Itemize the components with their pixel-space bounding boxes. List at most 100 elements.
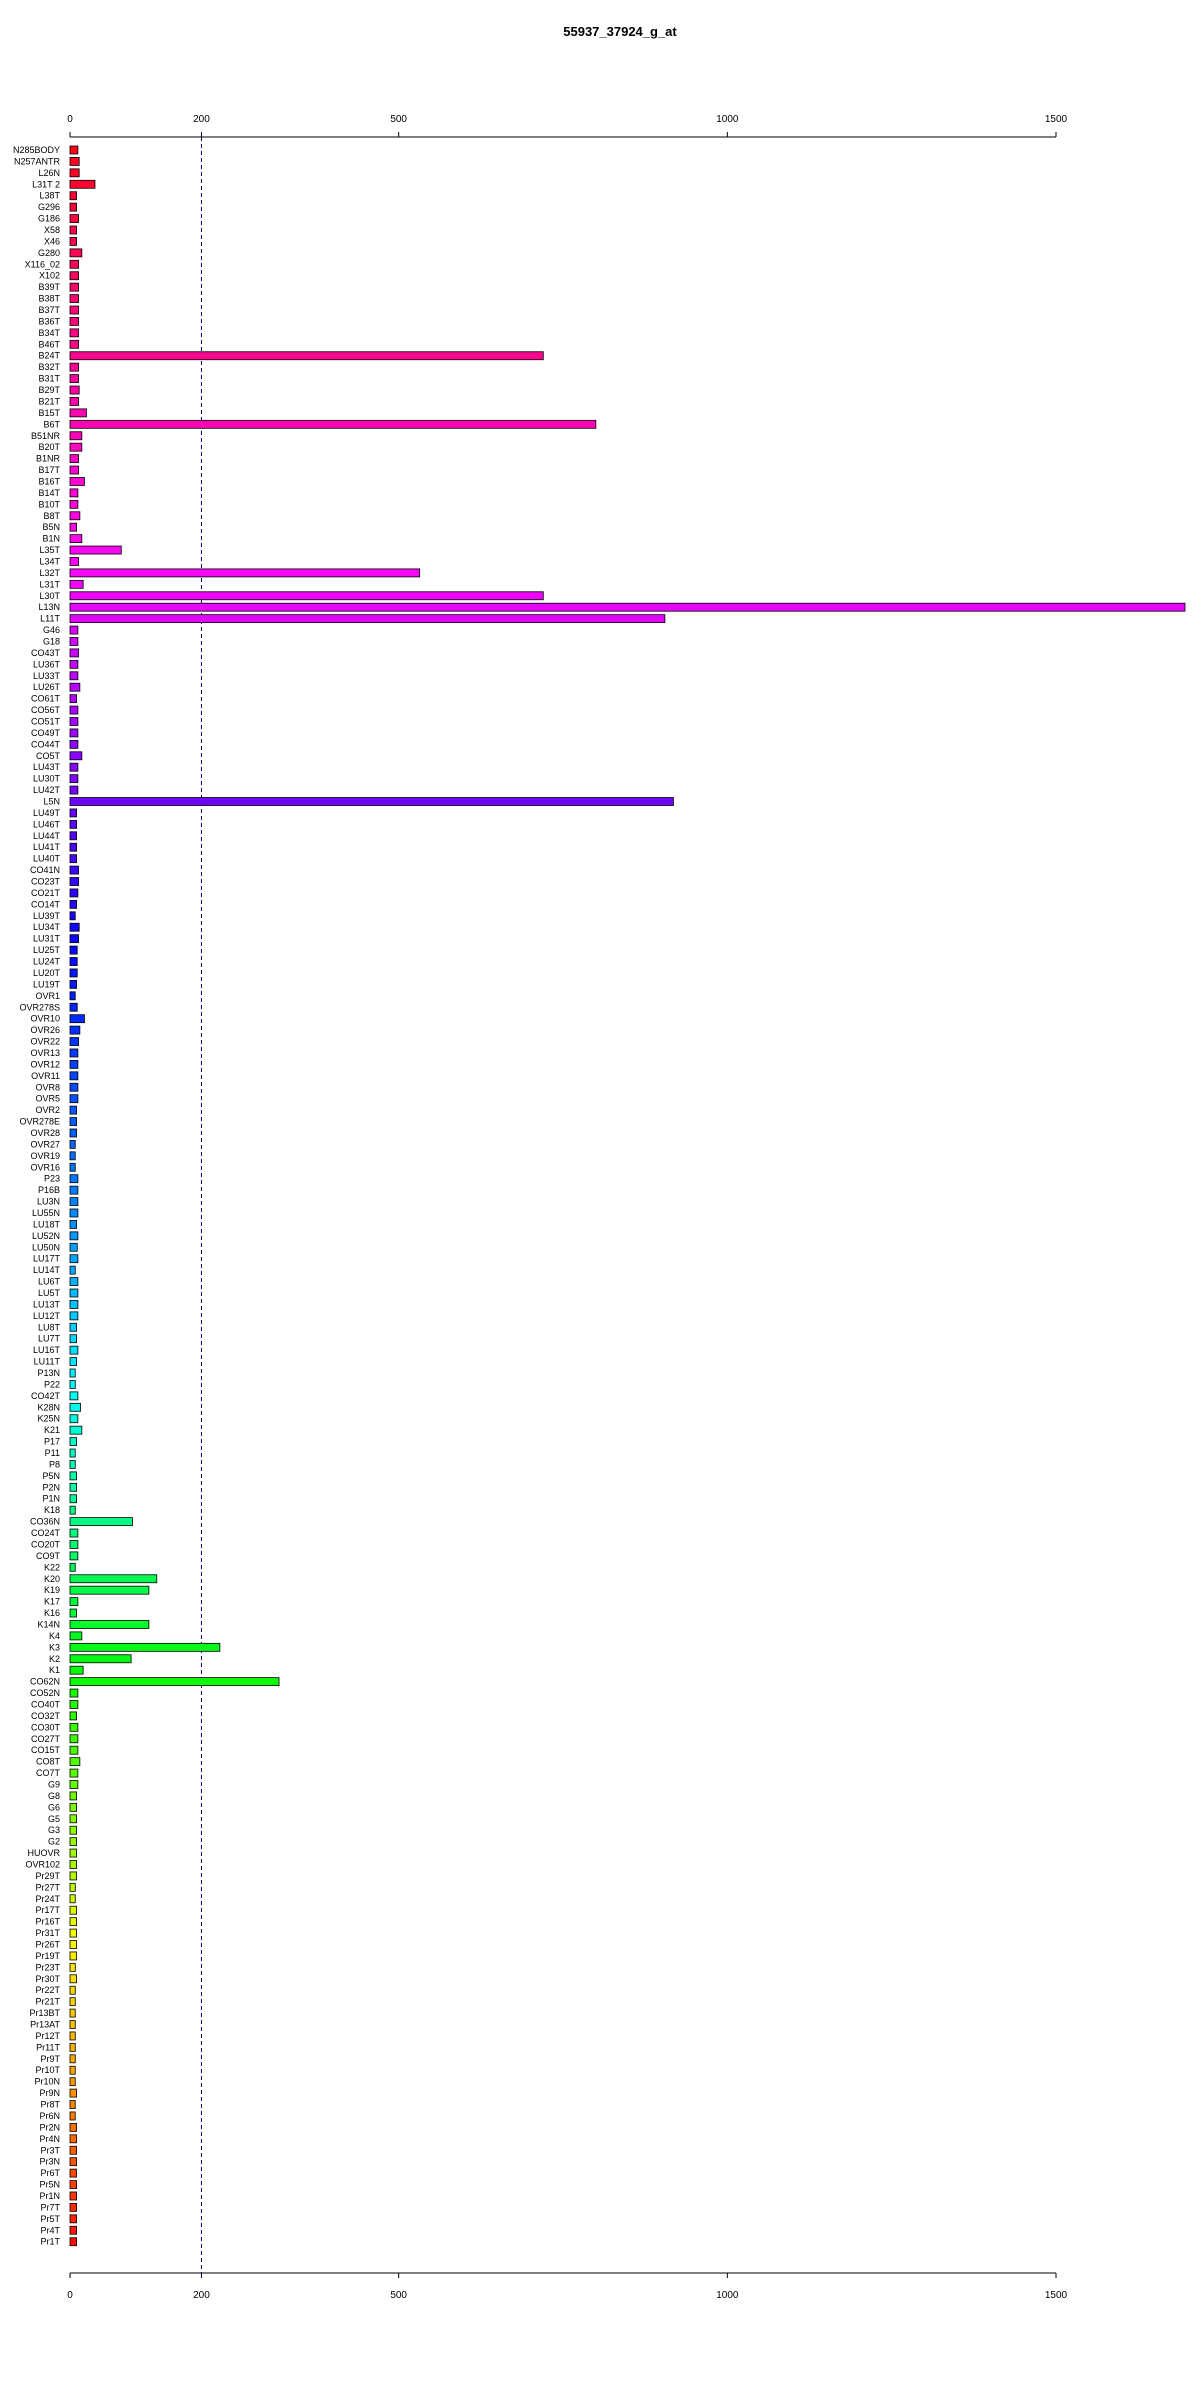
bar-Pr9N — [69, 2088, 77, 2098]
bar-P8 — [69, 1460, 76, 1469]
category-label-P23: P23 — [44, 1174, 60, 1184]
category-label-G280: G280 — [38, 248, 60, 258]
bar-LU52N — [69, 1231, 79, 1241]
bar-Pr22T — [69, 1985, 76, 1995]
category-label-Pr4T: Pr4T — [40, 2225, 60, 2235]
bar-CO51T — [69, 717, 79, 726]
bar-LU7T — [69, 1334, 77, 1344]
category-label-B34T: B34T — [38, 328, 60, 338]
category-label-P17: P17 — [44, 1437, 60, 1447]
bar-CO23T — [69, 877, 79, 886]
category-label-LU5T: LU5T — [38, 1288, 61, 1298]
category-label-OVR2: OVR2 — [35, 1105, 60, 1115]
category-label-G46: G46 — [43, 625, 60, 635]
category-label-B32T: B32T — [38, 362, 60, 372]
bar-CO20T — [69, 1540, 79, 1549]
bar-OVR10 — [69, 1014, 85, 1024]
bar-K1 — [69, 1665, 84, 1675]
category-label-G6: G6 — [48, 1802, 60, 1812]
bar-LU30T — [69, 774, 79, 784]
category-label-LU50N: LU50N — [32, 1242, 60, 1252]
category-label-Pr5N: Pr5N — [39, 2180, 60, 2190]
bar-CO43T — [69, 648, 79, 658]
bar-LU41T — [69, 842, 77, 852]
bar-L30T — [69, 591, 544, 601]
bar-Pr31T — [69, 1928, 77, 1938]
category-label-Pr10T: Pr10T — [35, 2065, 60, 2075]
bar-LU26T — [69, 682, 81, 692]
category-label-Pr9T: Pr9T — [40, 2054, 60, 2064]
category-label-L38T: L38T — [39, 191, 60, 201]
bar-B37T — [69, 305, 79, 315]
bar-B46T — [69, 339, 79, 349]
bar-CO15T — [69, 1745, 79, 1755]
bar-K17 — [69, 1597, 79, 1607]
bar-B6T — [69, 419, 597, 429]
bar-B39T — [69, 282, 79, 292]
bar-LU18T — [69, 1220, 77, 1229]
category-label-LU19T: LU19T — [33, 979, 61, 989]
category-label-P16B: P16B — [38, 1185, 60, 1195]
category-label-Pr12T: Pr12T — [35, 2031, 60, 2041]
category-label-OVR102: OVR102 — [25, 1860, 60, 1870]
category-label-OVR5: OVR5 — [35, 1094, 60, 1104]
category-label-Pr1N: Pr1N — [39, 2191, 60, 2201]
category-label-OVR16: OVR16 — [30, 1162, 60, 1172]
bar-G5 — [69, 1814, 77, 1824]
bar-X116_02 — [69, 259, 79, 269]
bar-LU49T — [69, 808, 77, 818]
bar-L31T — [69, 579, 84, 589]
bar-LU24T — [69, 957, 78, 966]
bar-LU16T — [69, 1345, 79, 1355]
bar-OVR278E — [69, 1117, 77, 1126]
bar-P11 — [69, 1448, 76, 1458]
category-label-OVR27: OVR27 — [30, 1139, 60, 1149]
category-label-B6T: B6T — [43, 419, 60, 429]
bar-Pr24T — [69, 1894, 76, 1904]
category-label-LU34T: LU34T — [33, 922, 61, 932]
bar-L34T — [69, 557, 79, 566]
category-label-B37T: B37T — [38, 305, 60, 315]
bar-CO41N — [69, 865, 79, 875]
bar-Pr13BT — [69, 2008, 76, 2018]
category-label-P22: P22 — [44, 1379, 60, 1389]
category-label-Pr11T: Pr11T — [36, 2042, 60, 2052]
category-label-K4: K4 — [49, 1631, 60, 1641]
bar-L11T — [69, 614, 666, 624]
category-label-CO43T: CO43T — [31, 648, 61, 658]
category-label-OVR278E: OVR278E — [19, 1117, 60, 1127]
bar-K20 — [69, 1574, 158, 1584]
bar-Pr12T — [69, 2031, 76, 2041]
bar-L35T — [69, 545, 122, 555]
bar-K2 — [69, 1654, 132, 1664]
category-label-OVR28: OVR28 — [30, 1128, 60, 1138]
top-tick-label-0: 0 — [67, 114, 73, 125]
bar-P16B — [69, 1185, 79, 1195]
bar-Pr2N — [69, 2122, 77, 2132]
category-label-CO52N: CO52N — [30, 1688, 60, 1698]
bar-LU40T — [69, 854, 77, 864]
bar-CO49T — [69, 728, 79, 738]
category-label-K22: K22 — [44, 1562, 60, 1572]
category-label-Pr5T: Pr5T — [40, 2214, 60, 2224]
category-label-L31T-2: L31T 2 — [32, 179, 60, 189]
category-label-LU17T: LU17T — [33, 1254, 61, 1264]
category-label-X102: X102 — [39, 271, 60, 281]
category-label-LU55N: LU55N — [32, 1208, 60, 1218]
category-label-P2N: P2N — [42, 1482, 60, 1492]
category-label-L13N: L13N — [38, 602, 60, 612]
bar-LU3N — [69, 1197, 79, 1206]
category-label-CO21T: CO21T — [31, 888, 61, 898]
category-label-Pr26T: Pr26T — [35, 1940, 60, 1950]
bar-CO62N — [69, 1677, 280, 1687]
bar-Pr17T — [69, 1905, 77, 1915]
category-label-LU11T: LU11T — [34, 1357, 61, 1367]
category-label-Pr7T: Pr7T — [40, 2202, 60, 2212]
bars-group — [69, 145, 1186, 2247]
bar-OVR13 — [69, 1048, 79, 1058]
bar-CO61T — [69, 694, 77, 704]
category-label-CO9T: CO9T — [36, 1551, 61, 1561]
category-label-Pr9N: Pr9N — [39, 2088, 60, 2098]
category-label-CO61T: CO61T — [31, 694, 61, 704]
bar-G8 — [69, 1791, 77, 1801]
